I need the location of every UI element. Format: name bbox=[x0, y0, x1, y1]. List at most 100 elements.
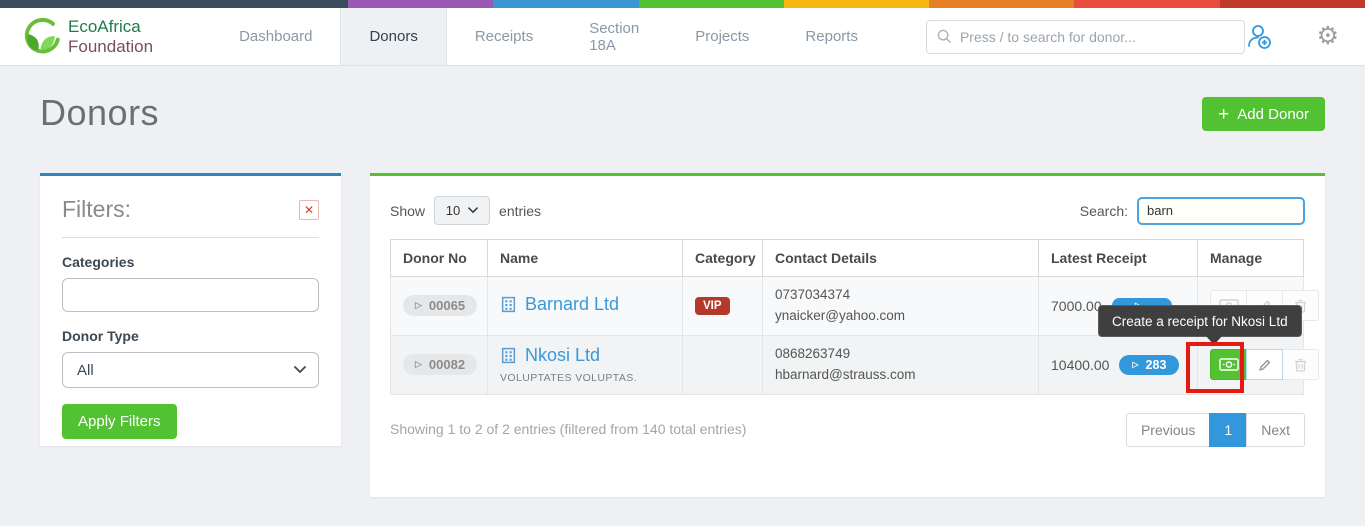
latest-receipt-amount: 7000.00 bbox=[1051, 297, 1102, 314]
header-bar: EcoAfrica Foundation Dashboard Donors Re… bbox=[0, 8, 1365, 66]
receipt-count: 283 bbox=[1145, 357, 1167, 372]
col-header-name[interactable]: Name bbox=[487, 239, 683, 277]
donor-name: Barnard Ltd bbox=[525, 293, 620, 314]
strip-segment-green bbox=[638, 0, 784, 8]
apply-filters-button[interactable]: Apply Filters bbox=[62, 404, 177, 439]
table-search-input[interactable] bbox=[1137, 196, 1305, 225]
brand-name: EcoAfrica Foundation bbox=[68, 17, 153, 56]
donor-no-pill[interactable]: ▷ 00065 bbox=[403, 295, 478, 317]
donor-phone: 0868263749 bbox=[775, 345, 851, 361]
nav-item-projects[interactable]: Projects bbox=[667, 8, 777, 65]
app-window: EcoAfrica Foundation Dashboard Donors Re… bbox=[0, 0, 1365, 526]
latest-receipt-amount: 10400.00 bbox=[1051, 356, 1110, 373]
brand-line2: Foundation bbox=[68, 36, 154, 56]
strip-segment-purple bbox=[348, 0, 494, 8]
col-header-contact[interactable]: Contact Details bbox=[762, 239, 1039, 277]
filters-title: Filters: bbox=[62, 196, 131, 222]
filters-panel: Filters: ✕ Categories Donor Type All App… bbox=[40, 173, 341, 446]
filters-divider bbox=[62, 237, 319, 238]
add-donor-button[interactable]: + Add Donor bbox=[1202, 97, 1325, 131]
table-header-row: Donor No Name Category Contact Details L… bbox=[390, 239, 1304, 277]
nav-label: Dashboard bbox=[239, 28, 313, 45]
brand-logo[interactable]: EcoAfrica Foundation bbox=[0, 8, 173, 65]
table-summary: Showing 1 to 2 of 2 entries (filtered fr… bbox=[390, 420, 747, 437]
page-length-value: 10 bbox=[445, 203, 461, 218]
caret-right-icon: ▷ bbox=[415, 300, 422, 311]
page-title: Donors bbox=[40, 92, 160, 133]
caret-right-icon: ▷ bbox=[415, 359, 422, 370]
nav-label: Reports bbox=[805, 28, 858, 45]
top-color-strip bbox=[0, 0, 1365, 8]
table-search-control: Search: bbox=[1079, 196, 1305, 225]
col-header-donor-no[interactable]: Donor No bbox=[390, 239, 488, 277]
brand-line1: EcoAfrica bbox=[68, 16, 141, 36]
donor-name-link[interactable]: Barnard Ltd bbox=[500, 294, 619, 315]
manage-button-group bbox=[1210, 349, 1319, 381]
tooltip: Create a receipt for Nkosi Ltd bbox=[1098, 305, 1302, 345]
col-header-manage[interactable]: Manage bbox=[1197, 239, 1304, 277]
previous-page-button[interactable]: Previous bbox=[1125, 412, 1211, 447]
nav-item-reports[interactable]: Reports bbox=[777, 8, 886, 65]
global-search-box[interactable] bbox=[925, 19, 1245, 54]
strip-segment-yellow bbox=[783, 0, 930, 8]
categories-input[interactable] bbox=[62, 278, 319, 312]
close-filters-icon[interactable]: ✕ bbox=[299, 199, 319, 220]
receipt-count-pill[interactable]: ▷ 283 bbox=[1119, 354, 1180, 375]
donor-subtitle: VOLUPTATES VOLUPTAS. bbox=[500, 372, 637, 385]
col-header-category[interactable]: Category bbox=[682, 239, 763, 277]
strip-segment-orange bbox=[929, 0, 1075, 8]
donor-no-value: 00082 bbox=[428, 357, 466, 373]
donor-no-pill[interactable]: ▷ 00082 bbox=[403, 354, 478, 376]
table-search-label: Search: bbox=[1079, 202, 1128, 219]
plus-icon: + bbox=[1218, 103, 1230, 125]
next-page-button[interactable]: Next bbox=[1246, 412, 1305, 447]
donor-email: hbarnard@strauss.com bbox=[775, 366, 916, 382]
chevron-down-icon bbox=[468, 207, 479, 214]
donor-name-link[interactable]: Nkosi Ltd bbox=[500, 345, 600, 366]
search-icon bbox=[937, 29, 952, 44]
donor-phone: 0737034374 bbox=[775, 287, 851, 302]
create-receipt-button[interactable] bbox=[1210, 349, 1247, 381]
current-page-button[interactable]: 1 bbox=[1209, 412, 1248, 447]
nav-label: Donors bbox=[369, 28, 418, 45]
tooltip-arrow bbox=[1206, 336, 1222, 345]
strip-segment-blue bbox=[493, 0, 639, 8]
leaf-logo-icon bbox=[18, 16, 60, 58]
strip-segment-slate bbox=[0, 0, 348, 8]
entries-label: entries bbox=[499, 202, 542, 219]
header-icons: ⚙ bbox=[1245, 8, 1365, 65]
nav-label: Section 18A bbox=[589, 19, 640, 54]
settings-gear-icon[interactable]: ⚙ bbox=[1317, 24, 1339, 49]
nav-item-receipts[interactable]: Receipts bbox=[447, 8, 561, 65]
strip-segment-darkred bbox=[1219, 0, 1365, 8]
categories-label: Categories bbox=[62, 254, 135, 270]
edit-donor-button[interactable] bbox=[1246, 349, 1283, 381]
vip-badge: VIP bbox=[695, 297, 730, 316]
caret-right-icon: ▷ bbox=[1132, 360, 1139, 370]
add-donor-label: Add Donor bbox=[1237, 105, 1309, 123]
show-label: Show bbox=[390, 202, 426, 219]
add-user-icon[interactable] bbox=[1245, 23, 1275, 51]
page-length-control: Show 10 entries bbox=[390, 196, 541, 225]
strip-segment-red bbox=[1074, 0, 1220, 8]
chevron-down-icon bbox=[294, 366, 306, 374]
donor-name: Nkosi Ltd bbox=[525, 345, 601, 366]
donor-type-value: All bbox=[77, 361, 94, 379]
pagination: Previous 1 Next bbox=[1125, 412, 1305, 447]
nav-item-section18a[interactable]: Section 18A bbox=[561, 8, 667, 65]
donor-type-label: Donor Type bbox=[62, 328, 139, 344]
page-length-select[interactable]: 10 bbox=[434, 196, 491, 225]
donor-email: ynaicker@yahoo.com bbox=[775, 307, 906, 323]
building-icon bbox=[501, 348, 516, 364]
nav-item-donors[interactable]: Donors bbox=[340, 8, 447, 65]
building-icon bbox=[501, 296, 516, 313]
main-nav: Dashboard Donors Receipts Section 18A Pr… bbox=[211, 8, 886, 65]
col-header-latest-receipt[interactable]: Latest Receipt bbox=[1038, 239, 1198, 277]
tooltip-text: Create a receipt for Nkosi Ltd bbox=[1112, 313, 1288, 329]
donor-type-select[interactable]: All bbox=[62, 352, 319, 388]
donor-no-value: 00065 bbox=[428, 298, 466, 314]
global-search-input[interactable] bbox=[959, 28, 1234, 45]
delete-donor-button[interactable] bbox=[1282, 349, 1319, 381]
nav-item-dashboard[interactable]: Dashboard bbox=[211, 8, 340, 65]
nav-label: Receipts bbox=[474, 28, 534, 45]
